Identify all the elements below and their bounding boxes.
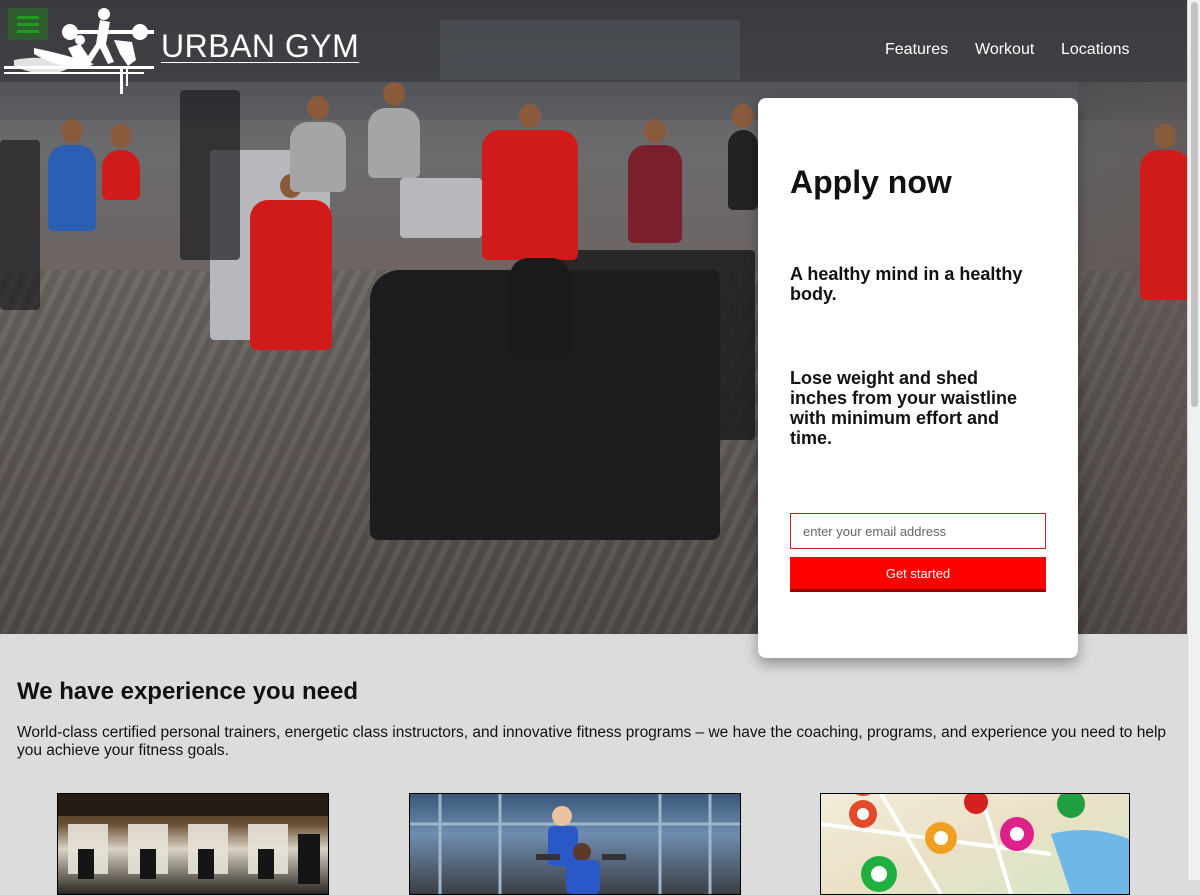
athlete xyxy=(48,119,96,231)
athlete xyxy=(368,82,420,178)
email-input[interactable] xyxy=(790,513,1046,549)
apply-tagline: A healthy mind in a healthy body. xyxy=(790,264,1023,304)
person-head xyxy=(644,119,666,143)
apply-title: Apply now xyxy=(790,164,952,200)
person-head xyxy=(732,104,754,128)
page-scrollbar[interactable] xyxy=(1187,0,1200,880)
nav-workout[interactable]: Workout xyxy=(975,41,1034,59)
athlete xyxy=(102,124,140,200)
trainer xyxy=(250,174,332,350)
athletes-logo[interactable] xyxy=(4,4,154,96)
nav-features[interactable]: Features xyxy=(885,41,948,59)
person-head xyxy=(1154,124,1176,148)
apply-description: Lose weight and shed inches from your wa… xyxy=(790,368,1018,448)
gym-interior-illustration xyxy=(58,794,328,884)
person-head xyxy=(307,96,329,120)
experience-text: World-class certified personal trainers,… xyxy=(17,724,1167,759)
weight-machine xyxy=(0,140,40,310)
treadmill-console xyxy=(400,178,482,238)
training-illustration xyxy=(410,794,740,894)
weight-machine xyxy=(180,90,240,260)
runner-shorts xyxy=(510,258,570,358)
athlete xyxy=(1140,124,1187,300)
treadmill xyxy=(540,250,755,440)
get-started-button[interactable]: Get started xyxy=(790,557,1046,592)
brand-name[interactable]: URBAN GYM xyxy=(161,28,359,65)
runner xyxy=(482,104,578,260)
person-head xyxy=(61,119,83,143)
athlete xyxy=(290,96,346,192)
experience-title: We have experience you need xyxy=(17,678,359,705)
runner xyxy=(628,119,682,243)
nav-locations[interactable]: Locations xyxy=(1061,41,1130,59)
person-head xyxy=(110,124,132,148)
apply-card: Apply now A healthy mind in a healthy bo… xyxy=(758,98,1078,658)
person-head xyxy=(383,82,405,106)
map-pins-illustration xyxy=(821,794,1129,894)
scrollbar-thumb[interactable] xyxy=(1191,2,1198,407)
person-head xyxy=(519,104,541,128)
athlete xyxy=(728,104,758,210)
